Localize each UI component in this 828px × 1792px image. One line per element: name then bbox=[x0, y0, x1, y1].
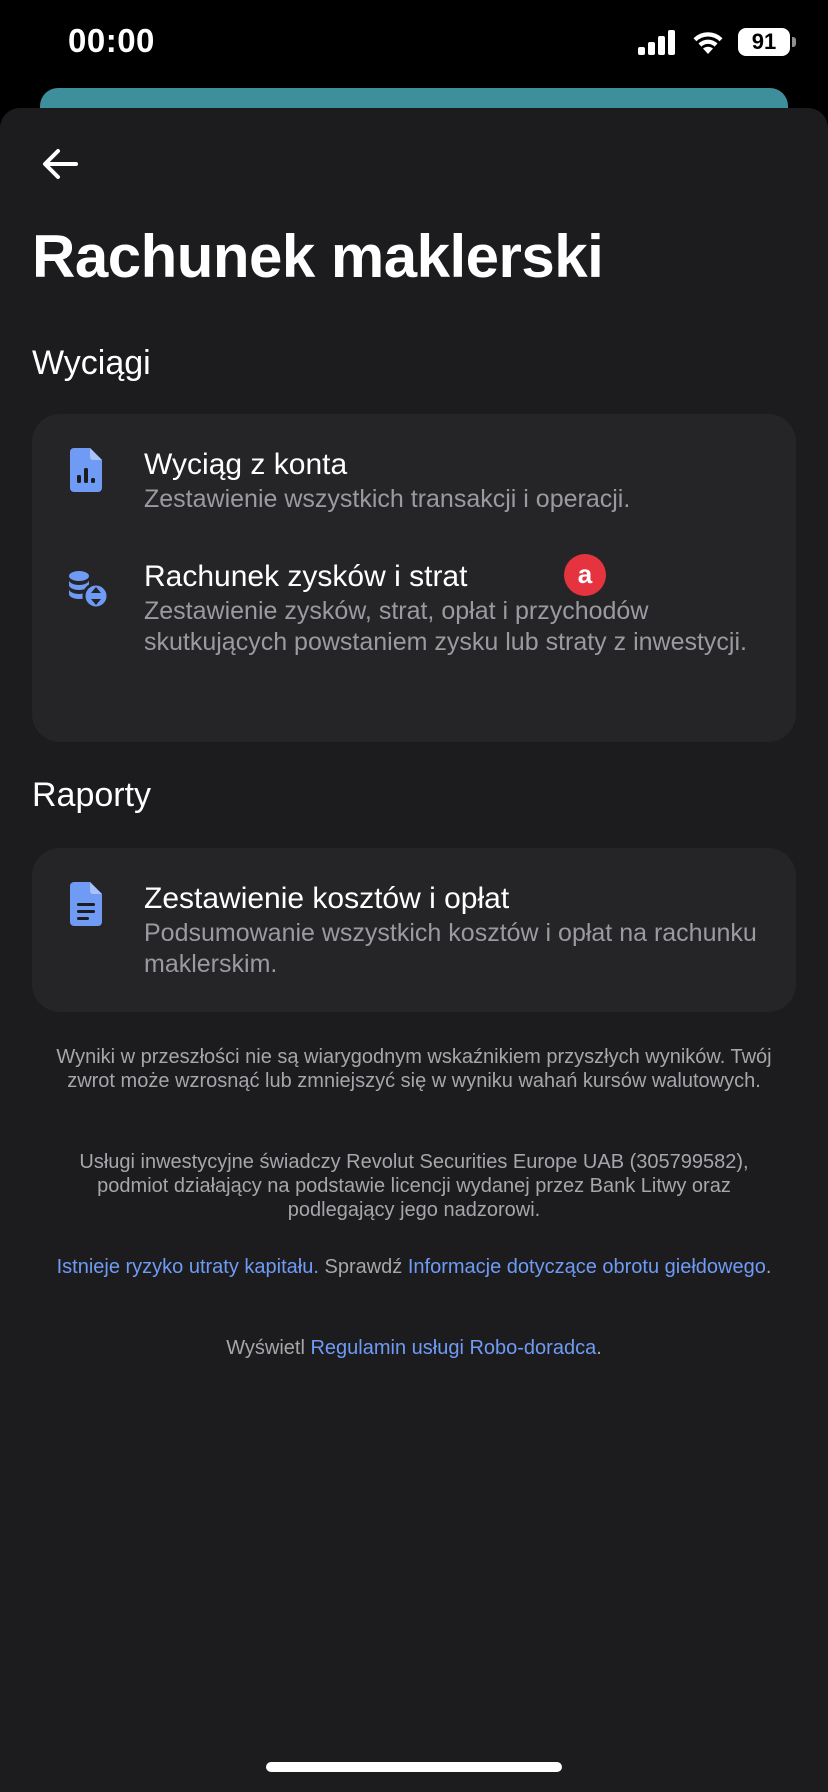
battery-indicator: 91 bbox=[738, 28, 796, 56]
provider-disclaimer: Usługi inwestycyjne świadczy Revolut Sec… bbox=[79, 1151, 749, 1221]
page-title: Rachunek maklerski bbox=[32, 223, 604, 290]
profit-loss-item[interactable]: Rachunek zysków i strat a Zestawienie zy… bbox=[32, 554, 796, 730]
wifi-icon bbox=[693, 32, 723, 54]
document-chart-icon bbox=[70, 448, 102, 492]
item-description: Zestawienie zysków, strat, opłat i przyc… bbox=[144, 597, 747, 656]
account-statement-item[interactable]: Wyciąg z konta Zestawienie wszystkich tr… bbox=[32, 414, 796, 526]
item-title: Zestawienie kosztów i opłat bbox=[144, 882, 510, 915]
document-lines-icon bbox=[70, 882, 102, 926]
notification-badge: a bbox=[564, 554, 606, 596]
period-text: . bbox=[596, 1337, 602, 1359]
risk-disclaimer: Istnieje ryzyko utraty kapitału. Sprawdź… bbox=[44, 1255, 784, 1279]
risk-link[interactable]: Istnieje ryzyko utraty kapitału. bbox=[57, 1256, 319, 1278]
status-bar: 00:00 91 bbox=[0, 0, 828, 92]
reports-card: Zestawienie kosztów i opłat Podsumowanie… bbox=[32, 848, 796, 1012]
back-button[interactable] bbox=[36, 140, 84, 188]
section-title-reports: Raporty bbox=[32, 776, 152, 814]
section-title-statements: Wyciągi bbox=[32, 344, 151, 382]
robo-advisor-disclaimer: Wyświetl Regulamin usługi Robo-doradca. bbox=[44, 1336, 784, 1360]
item-description: Podsumowanie wszystkich kosztów i opłat … bbox=[144, 919, 757, 978]
item-title: Wyciąg z konta bbox=[144, 448, 348, 481]
status-time: 00:00 bbox=[68, 22, 155, 59]
show-text: Wyświetl bbox=[226, 1337, 311, 1359]
coins-exchange-icon bbox=[69, 571, 110, 610]
past-results-disclaimer: Wyniki w przeszłości nie są wiarygodnym … bbox=[56, 1046, 772, 1092]
robo-advisor-terms-link[interactable]: Regulamin usługi Robo-doradca bbox=[310, 1337, 596, 1359]
check-text: Sprawdź bbox=[318, 1256, 408, 1278]
trading-info-link[interactable]: Informacje dotyczące obrotu giełdowego bbox=[408, 1256, 766, 1278]
cellular-signal-icon bbox=[638, 30, 675, 55]
period-text: . bbox=[765, 1256, 772, 1278]
status-icons: 91 bbox=[638, 28, 796, 56]
costs-fees-item[interactable]: Zestawienie kosztów i opłat Podsumowanie… bbox=[32, 848, 796, 1012]
item-title: Rachunek zysków i strat bbox=[144, 560, 468, 593]
item-description: Zestawienie wszystkich transakcji i oper… bbox=[144, 485, 631, 513]
home-indicator[interactable] bbox=[266, 1762, 562, 1772]
arrow-left-icon bbox=[43, 149, 78, 179]
statements-card: Wyciąg z konta Zestawienie wszystkich tr… bbox=[32, 414, 796, 742]
